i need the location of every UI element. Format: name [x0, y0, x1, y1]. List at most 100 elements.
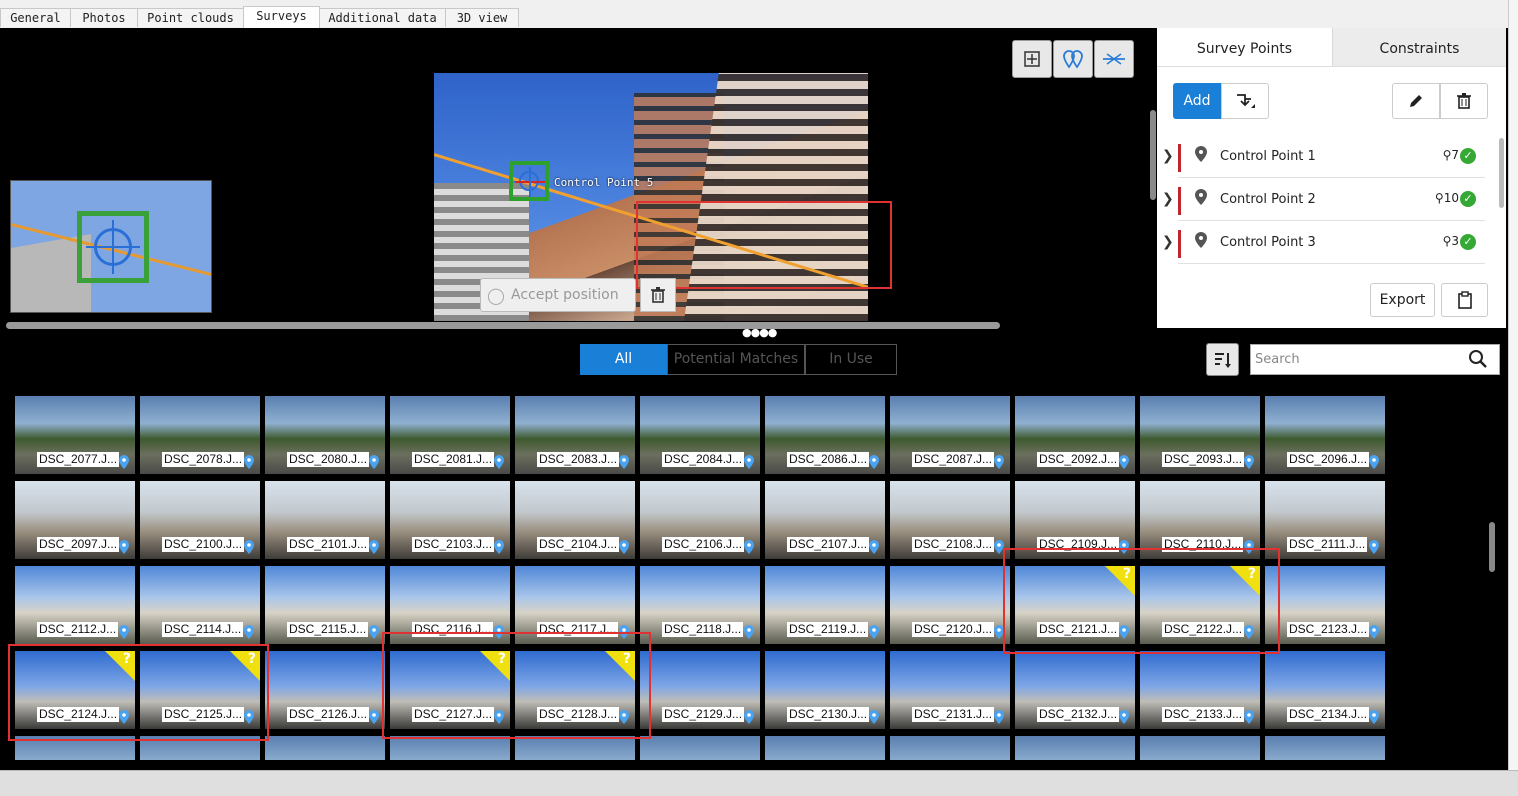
show-points-button[interactable]: [1053, 40, 1093, 78]
photo-thumbnail[interactable]: DSC_2078.J...: [140, 396, 260, 474]
export-button[interactable]: Export: [1370, 283, 1435, 317]
search-icon[interactable]: [1468, 349, 1488, 369]
photo-thumbnail[interactable]: DSC_2106.J...: [640, 481, 760, 559]
photo-thumbnail[interactable]: DSC_2116.J...: [390, 566, 510, 644]
photo-thumbnail[interactable]: DSC_2124.J...?: [15, 651, 135, 729]
photo-thumbnail[interactable]: [640, 736, 760, 760]
clipboard-button[interactable]: [1441, 283, 1488, 317]
tab-point-clouds[interactable]: Point clouds: [137, 8, 244, 27]
photo-thumbnail[interactable]: DSC_2118.J...: [640, 566, 760, 644]
photo-thumbnail[interactable]: DSC_2115.J...: [265, 566, 385, 644]
chevron-right-icon[interactable]: ❯: [1162, 191, 1174, 207]
filter-potential-matches[interactable]: Potential Matches: [667, 344, 805, 375]
accept-position-button[interactable]: ◯ Accept position: [480, 278, 636, 312]
photo-thumbnail[interactable]: DSC_2083.J...: [515, 396, 635, 474]
photo-thumbnail[interactable]: DSC_2080.J...: [265, 396, 385, 474]
photo-thumbnail[interactable]: [390, 736, 510, 760]
sort-button[interactable]: [1206, 343, 1239, 376]
tab-additional-data[interactable]: Additional data: [319, 8, 446, 27]
tab-surveys[interactable]: Surveys: [243, 6, 320, 28]
photo-thumbnail[interactable]: DSC_2131.J...: [890, 651, 1010, 729]
photo-thumbnail[interactable]: [1140, 736, 1260, 760]
photo-thumbnail[interactable]: DSC_2101.J...: [265, 481, 385, 559]
photo-thumbnail[interactable]: DSC_2077.J...: [15, 396, 135, 474]
photo-thumbnail[interactable]: DSC_2103.J...: [390, 481, 510, 559]
thumbnail-image: [15, 736, 135, 760]
chevron-right-icon[interactable]: ❯: [1162, 148, 1174, 164]
photo-thumbnail[interactable]: DSC_2084.J...: [640, 396, 760, 474]
tab-survey-points[interactable]: Survey Points: [1157, 28, 1332, 66]
thumbnail-filename: DSC_2093.J...: [1162, 452, 1245, 467]
photo-thumbnail[interactable]: DSC_2096.J...: [1265, 396, 1385, 474]
thumbnail-filename: DSC_2107.J...: [787, 537, 870, 552]
epipolar-line-button[interactable]: [1094, 40, 1134, 78]
points-list-scrollbar[interactable]: [1499, 138, 1504, 208]
filter-in-use[interactable]: In Use: [805, 344, 897, 375]
tab-general[interactable]: General: [0, 8, 71, 27]
photo-thumbnail[interactable]: [265, 736, 385, 760]
viewer-vertical-scrollbar[interactable]: [1150, 110, 1156, 200]
photo-thumbnail[interactable]: DSC_2122.J...?: [1140, 566, 1260, 644]
photo-thumbnail[interactable]: DSC_2123.J...: [1265, 566, 1385, 644]
photo-thumbnail[interactable]: [890, 736, 1010, 760]
photo-thumbnail[interactable]: DSC_2133.J...: [1140, 651, 1260, 729]
add-point-button[interactable]: Add: [1173, 83, 1221, 119]
photo-thumbnail[interactable]: [1265, 736, 1385, 760]
chevron-right-icon[interactable]: ❯: [1162, 234, 1174, 250]
location-pin-icon: [619, 455, 629, 469]
photo-thumbnail[interactable]: DSC_2119.J...: [765, 566, 885, 644]
photo-thumbnail[interactable]: DSC_2130.J...: [765, 651, 885, 729]
photo-thumbnail[interactable]: DSC_2112.J...: [15, 566, 135, 644]
photo-thumbnail[interactable]: DSC_2134.J...: [1265, 651, 1385, 729]
photo-thumbnail[interactable]: [15, 736, 135, 760]
tab-photos[interactable]: Photos: [70, 8, 138, 27]
search-input[interactable]: [1250, 344, 1500, 375]
photo-thumbnail[interactable]: DSC_2111.J...: [1265, 481, 1385, 559]
photo-thumbnail[interactable]: DSC_2093.J...: [1140, 396, 1260, 474]
thumbnail-filename: DSC_2080.J...: [287, 452, 370, 467]
photo-thumbnail[interactable]: DSC_2121.J...?: [1015, 566, 1135, 644]
photo-thumbnail[interactable]: DSC_2129.J...: [640, 651, 760, 729]
import-points-button[interactable]: [1221, 83, 1269, 119]
photo-thumbnail[interactable]: DSC_2092.J...: [1015, 396, 1135, 474]
photo-thumbnail[interactable]: DSC_2109.J...: [1015, 481, 1135, 559]
photo-thumbnail[interactable]: DSC_2125.J...?: [140, 651, 260, 729]
photo-thumbnail[interactable]: DSC_2117.J...: [515, 566, 635, 644]
photo-thumbnail[interactable]: [1015, 736, 1135, 760]
control-point-name: Control Point 2: [1220, 192, 1316, 207]
filter-all[interactable]: All: [580, 344, 667, 375]
photo-thumbnail[interactable]: DSC_2087.J...: [890, 396, 1010, 474]
photo-thumbnail[interactable]: DSC_2128.J...?: [515, 651, 635, 729]
location-pin-icon: [1244, 625, 1254, 639]
fit-view-button[interactable]: [1012, 40, 1052, 78]
viewer-horizontal-scrollbar[interactable]: [6, 322, 1000, 329]
edit-point-button[interactable]: [1392, 83, 1440, 119]
control-point-row[interactable]: ❯ Control Point 1 ⚲7 ✓: [1157, 136, 1497, 178]
control-point-marker[interactable]: [509, 161, 549, 201]
photo-grid: DSC_2077.J... DSC_2078.J... DSC_2080.J... D…: [15, 396, 1390, 760]
photo-thumbnail[interactable]: DSC_2132.J...: [1015, 651, 1135, 729]
photo-thumbnail[interactable]: DSC_2108.J...: [890, 481, 1010, 559]
photo-thumbnail[interactable]: DSC_2126.J...: [265, 651, 385, 729]
photo-thumbnail[interactable]: DSC_2120.J...: [890, 566, 1010, 644]
control-point-row[interactable]: ❯ Control Point 3 ⚲3 ✓: [1157, 222, 1497, 264]
photo-thumbnail[interactable]: DSC_2104.J...: [515, 481, 635, 559]
photo-thumbnail[interactable]: DSC_2081.J...: [390, 396, 510, 474]
photo-thumbnail[interactable]: DSC_2086.J...: [765, 396, 885, 474]
tab-3d-view[interactable]: 3D view: [445, 8, 519, 27]
photo-thumbnail[interactable]: [515, 736, 635, 760]
photo-thumbnail[interactable]: [140, 736, 260, 760]
panel-splitter[interactable]: ●●●●: [0, 327, 1508, 338]
tab-constraints[interactable]: Constraints: [1332, 28, 1506, 66]
photo-thumbnail[interactable]: [765, 736, 885, 760]
control-point-row[interactable]: ❯ Control Point 2 ⚲10 ✓: [1157, 179, 1497, 221]
photo-thumbnail[interactable]: DSC_2097.J...: [15, 481, 135, 559]
photo-thumbnail[interactable]: DSC_2107.J...: [765, 481, 885, 559]
photo-thumbnail[interactable]: DSC_2110.J...: [1140, 481, 1260, 559]
remove-position-button[interactable]: [640, 278, 676, 312]
photo-grid-scrollbar[interactable]: [1489, 522, 1495, 572]
delete-point-button[interactable]: [1440, 83, 1488, 119]
photo-thumbnail[interactable]: DSC_2100.J...: [140, 481, 260, 559]
photo-thumbnail[interactable]: DSC_2127.J...?: [390, 651, 510, 729]
photo-thumbnail[interactable]: DSC_2114.J...: [140, 566, 260, 644]
